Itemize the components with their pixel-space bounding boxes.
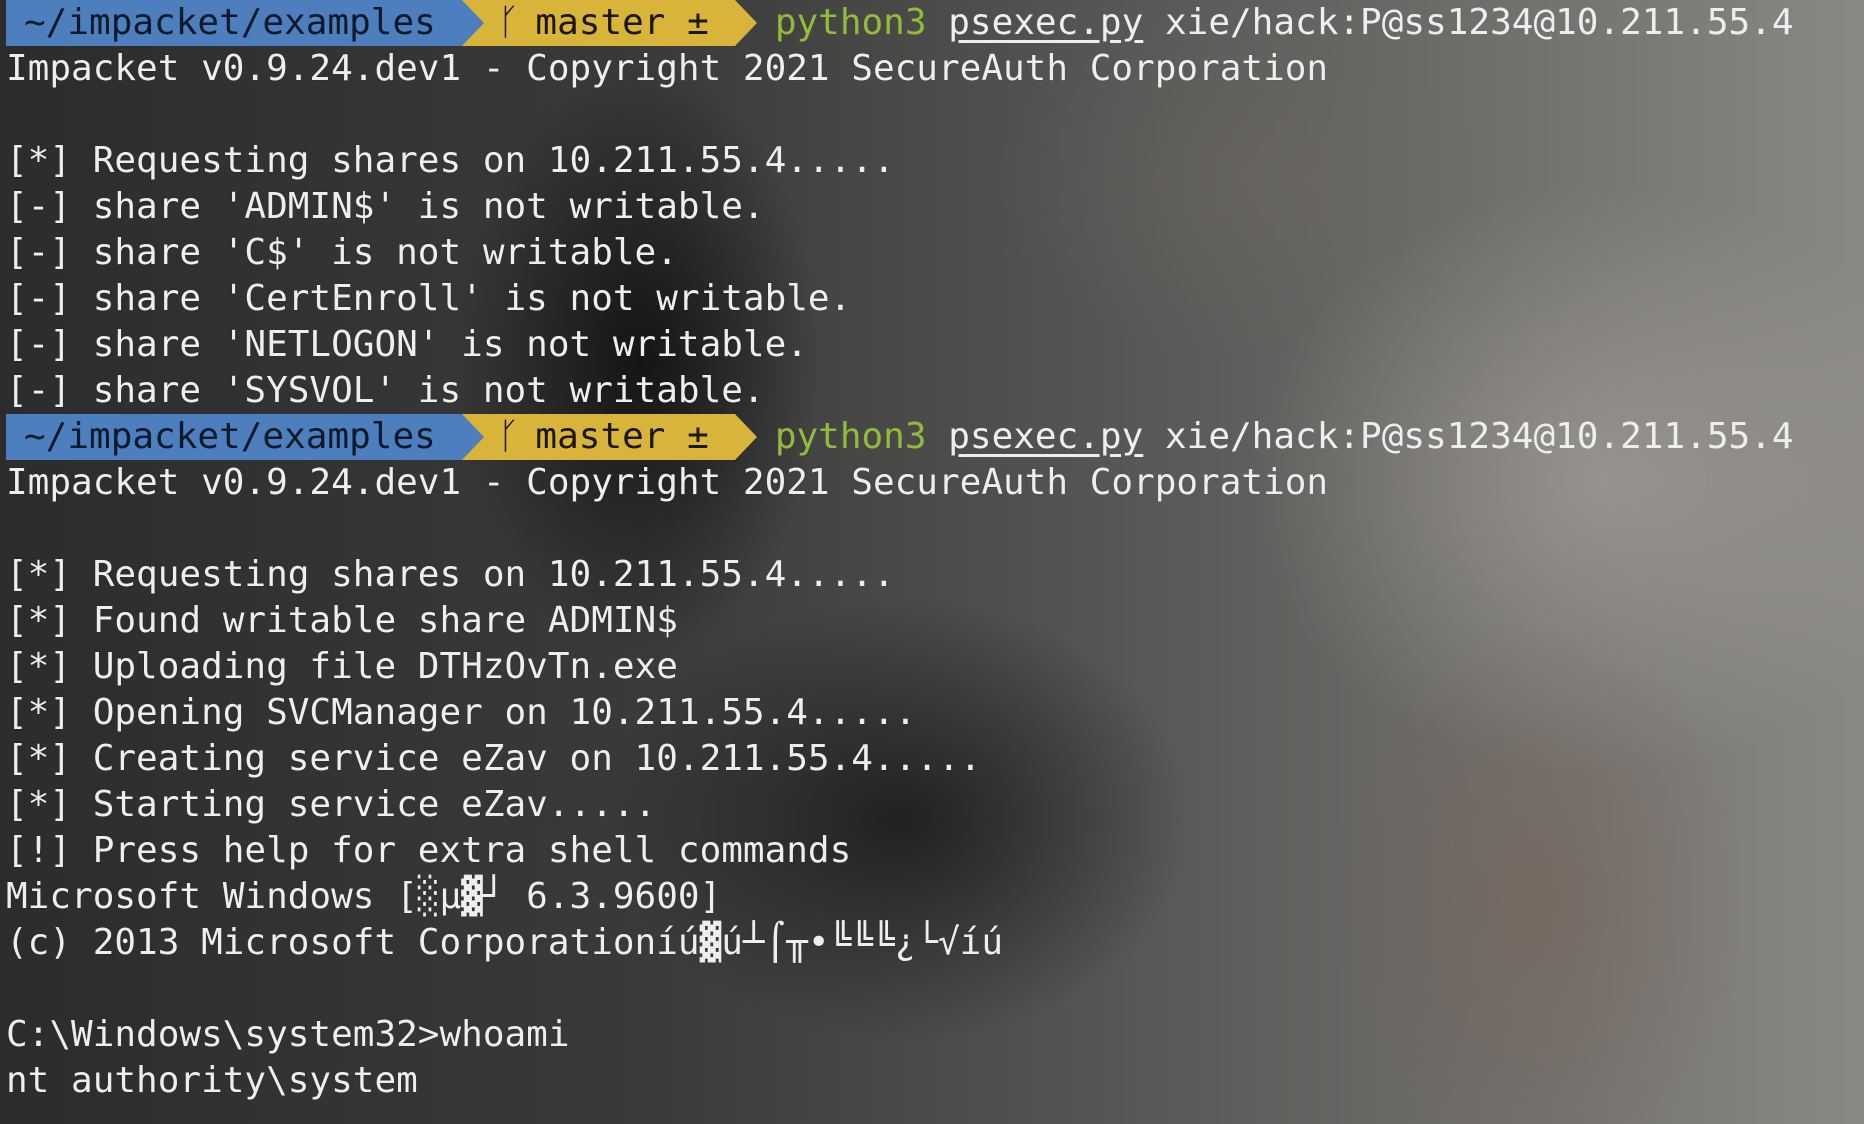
command-script: psexec.py <box>948 416 1144 457</box>
prompt-directory: ~/impacket/examples <box>6 0 484 46</box>
output-line: Impacket v0.9.24.dev1 - Copyright 2021 S… <box>6 462 1329 503</box>
command-line: python3 psexec.py xie/hack:P@ss1234@10.2… <box>735 414 1794 460</box>
prompt-git-branch: ᚴ master ± <box>461 414 757 460</box>
output-line: nt authority\system <box>6 1060 418 1101</box>
output-line: [*] Requesting shares on 10.211.55.4....… <box>6 140 895 181</box>
output-line: [*] Opening SVCManager on 10.211.55.4...… <box>6 692 917 733</box>
prompt-git-branch: ᚴ master ± <box>461 0 757 46</box>
branch-name: master ± <box>535 416 709 457</box>
command-line: python3 psexec.py xie/hack:P@ss1234@10.2… <box>735 0 1794 46</box>
shell-prompt: ~/impacket/examples ᚴ master ± python3 ps… <box>6 0 1864 46</box>
output-line: [*] Uploading file DTHzOvTn.exe <box>6 646 678 687</box>
output-line: [*] Starting service eZav..... <box>6 784 657 825</box>
branch-name: master ± <box>535 2 709 43</box>
output-line: [*] Creating service eZav on 10.211.55.4… <box>6 738 982 779</box>
git-branch-icon: ᚴ <box>497 416 520 457</box>
output-line: Impacket v0.9.24.dev1 - Copyright 2021 S… <box>6 48 1329 89</box>
output-line: [*] Requesting shares on 10.211.55.4....… <box>6 554 895 595</box>
output-line: [*] Found writable share ADMIN$ <box>6 600 678 641</box>
output-line: (c) 2013 Microsoft Corporationíú▓ú┴⌠╥•╚╚… <box>6 922 1003 963</box>
command-script: psexec.py <box>948 2 1144 43</box>
output-line: [-] share 'SYSVOL' is not writable. <box>6 370 765 411</box>
prompt-directory: ~/impacket/examples <box>6 414 484 460</box>
output-line: Microsoft Windows [░µ▓┘ 6.3.9600] <box>6 876 722 917</box>
command-program: python3 <box>774 416 927 457</box>
output-line: [-] share 'CertEnroll' is not writable. <box>6 278 852 319</box>
command-program: python3 <box>774 2 927 43</box>
output-line: [-] share 'C$' is not writable. <box>6 232 678 273</box>
git-branch-icon: ᚴ <box>497 2 520 43</box>
shell-prompt: ~/impacket/examples ᚴ master ± python3 ps… <box>6 414 1864 460</box>
output-line: [-] share 'NETLOGON' is not writable. <box>6 324 808 365</box>
output-line: [!] Press help for extra shell commands <box>6 830 852 871</box>
command-args: xie/hack:P@ss1234@10.211.55.4 <box>1164 416 1794 457</box>
output-line: [-] share 'ADMIN$' is not writable. <box>6 186 765 227</box>
cmd-prompt-line: C:\Windows\system32>whoami <box>6 1014 570 1055</box>
command-args: xie/hack:P@ss1234@10.211.55.4 <box>1164 2 1794 43</box>
terminal-window[interactable]: ~/impacket/examples ᚴ master ± python3 ps… <box>6 0 1864 1124</box>
